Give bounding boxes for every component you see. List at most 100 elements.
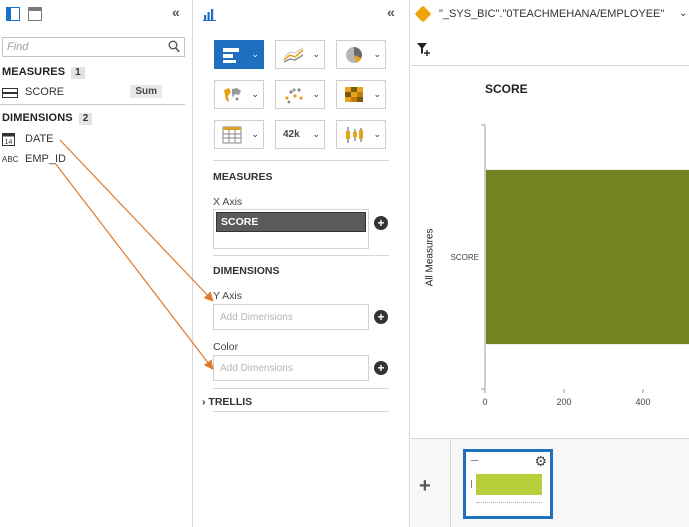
color-input[interactable] (214, 356, 368, 380)
color-drop-zone[interactable] (213, 355, 369, 381)
chart-builder-icon (203, 9, 216, 21)
find-field[interactable] (2, 37, 185, 57)
text-type-icon: ABC (2, 155, 19, 164)
page-strip: + ⚙ (411, 438, 689, 527)
chevron-down-icon: ⌄ (251, 129, 259, 139)
aggregation-badge[interactable]: Sum (130, 85, 162, 98)
prepare-view-icon[interactable] (28, 7, 42, 21)
add-measure-button[interactable]: + (374, 216, 388, 230)
bar-chart-svg: SCORE 0 200 400 (451, 124, 689, 407)
datasource-bar[interactable]: "_SYS_BIC"."0TEACHMEHANA/EMPLOYEE" ⌄ (411, 0, 689, 30)
add-filter-icon[interactable] (417, 42, 431, 56)
data-view-icon[interactable] (6, 7, 20, 21)
section-divider (213, 411, 389, 412)
divider (450, 439, 451, 527)
y-axis-label: Y Axis (213, 290, 242, 302)
chart-type-geo-button[interactable]: ⌄ (214, 80, 264, 109)
chevron-down-icon: ⌄ (312, 49, 320, 59)
dimension-item-emp-id[interactable]: ABC EMP_ID (0, 150, 188, 168)
trellis-label: TRELLIS (208, 396, 253, 408)
section-divider (213, 160, 389, 161)
chart-type-heatmap-button[interactable]: ⌄ (336, 80, 386, 109)
trellis-section-toggle[interactable]: › TRELLIS (202, 396, 252, 408)
dimensions-section-header: DIMENSIONS (213, 265, 280, 277)
chevron-down-icon: ⌄ (373, 89, 381, 99)
chart-type-scatter-button[interactable]: ⌄ (275, 80, 325, 109)
x-tick-label: 0 (482, 397, 487, 407)
chart-type-line-button[interactable]: ⌄ (275, 40, 325, 69)
visualization-area: "_SYS_BIC"."0TEACHMEHANA/EMPLOYEE" ⌄ SCO… (411, 0, 689, 527)
collapse-left-panel-icon[interactable]: « (172, 4, 180, 20)
datasource-icon (414, 5, 432, 23)
chevron-down-icon: ⌄ (251, 89, 259, 99)
scatter-plot-icon (285, 88, 303, 104)
thumbnail-title-mark (471, 460, 478, 461)
measure-item-score[interactable]: SCORE Sum (0, 83, 188, 101)
chart-type-table-button[interactable]: ⌄ (214, 120, 264, 149)
numeric-point-icon: 42k (283, 129, 300, 140)
measures-section-header: MEASURES 1 (2, 66, 85, 79)
section-divider (213, 255, 389, 256)
chevron-right-icon: › (202, 396, 206, 408)
dimension-item-date[interactable]: 14 DATE (0, 130, 188, 148)
pie-chart-icon (346, 46, 363, 63)
geo-map-icon (224, 88, 241, 102)
chart-canvas: SCORE All Measures SCORE 0 200 400 (411, 67, 689, 439)
x-axis-label: X Axis (213, 196, 243, 208)
measure-icon (2, 88, 18, 98)
dimension-label: EMP_ID (25, 153, 66, 165)
datasource-title[interactable]: "_SYS_BIC"."0TEACHMEHANA/EMPLOYEE" (439, 8, 664, 20)
bar-score (486, 169, 689, 345)
category-label: SCORE (451, 253, 479, 262)
chart-toolbar (411, 30, 689, 66)
calendar-icon: 14 (2, 133, 15, 146)
calendar-icon-text: 14 (5, 139, 13, 146)
chart-thumbnail[interactable]: ⚙ (463, 449, 553, 519)
chevron-down-icon[interactable]: ⌄ (679, 8, 687, 19)
chart-type-numeric-button[interactable]: 42k ⌄ (275, 120, 325, 149)
chart-type-bar-button[interactable]: ⌄ (214, 40, 264, 69)
dimension-label: DATE (25, 133, 54, 145)
chevron-down-icon: ⌄ (312, 89, 320, 99)
dimensions-section-header: DIMENSIONS 2 (2, 112, 93, 125)
chevron-down-icon: ⌄ (312, 129, 320, 139)
gear-icon[interactable]: ⚙ (534, 453, 547, 470)
line-chart-icon (283, 47, 304, 63)
measures-section-header: MEASURES (213, 171, 273, 183)
heat-map-icon (345, 87, 363, 102)
measure-label: SCORE (25, 86, 65, 98)
data-panel: « MEASURES 1 SCORE Sum DIMENSIONS 2 14 DAT… (0, 0, 193, 527)
chart-builder-panel: « ⌄ ⌄ ⌄ ⌄ ⌄ ⌄ ⌄ 42k ⌄ ⌄ MEASURES X Axis … (193, 0, 410, 527)
search-icon[interactable] (168, 40, 180, 53)
x-tick-label: 200 (556, 397, 571, 407)
x-axis-score-pill[interactable]: SCORE (216, 212, 366, 232)
thumbnail-axis-mark (471, 480, 472, 488)
find-input[interactable] (3, 38, 163, 56)
table-icon (222, 126, 242, 144)
add-page-button[interactable]: + (419, 475, 431, 498)
add-y-dimension-button[interactable]: + (374, 310, 388, 324)
dimensions-count-badge: 2 (78, 113, 93, 125)
box-plot-icon (346, 127, 363, 143)
x-tick-label: 400 (635, 397, 650, 407)
measures-count-badge: 1 (71, 67, 85, 79)
data-panel-toolbar: « (0, 0, 192, 30)
chart-type-boxplot-button[interactable]: ⌄ (336, 120, 386, 149)
dimensions-header-label: DIMENSIONS (2, 112, 73, 124)
color-label: Color (213, 341, 239, 353)
measures-header-label: MEASURES (2, 66, 66, 78)
section-divider (213, 388, 389, 389)
collapse-mid-panel-icon[interactable]: « (387, 4, 395, 20)
chevron-down-icon: ⌄ (251, 49, 259, 59)
x-axis-drop-zone[interactable]: SCORE (213, 209, 369, 249)
bar-chart-icon (223, 48, 239, 63)
section-divider (0, 104, 185, 105)
y-axis-input[interactable] (214, 305, 368, 329)
chevron-down-icon: ⌄ (373, 129, 381, 139)
thumbnail-bar (476, 474, 542, 495)
y-axis-drop-zone[interactable] (213, 304, 369, 330)
add-color-dimension-button[interactable]: + (374, 361, 388, 375)
chevron-down-icon: ⌄ (373, 49, 381, 59)
chart-type-pie-button[interactable]: ⌄ (336, 40, 386, 69)
thumbnail-x-axis (476, 502, 542, 503)
